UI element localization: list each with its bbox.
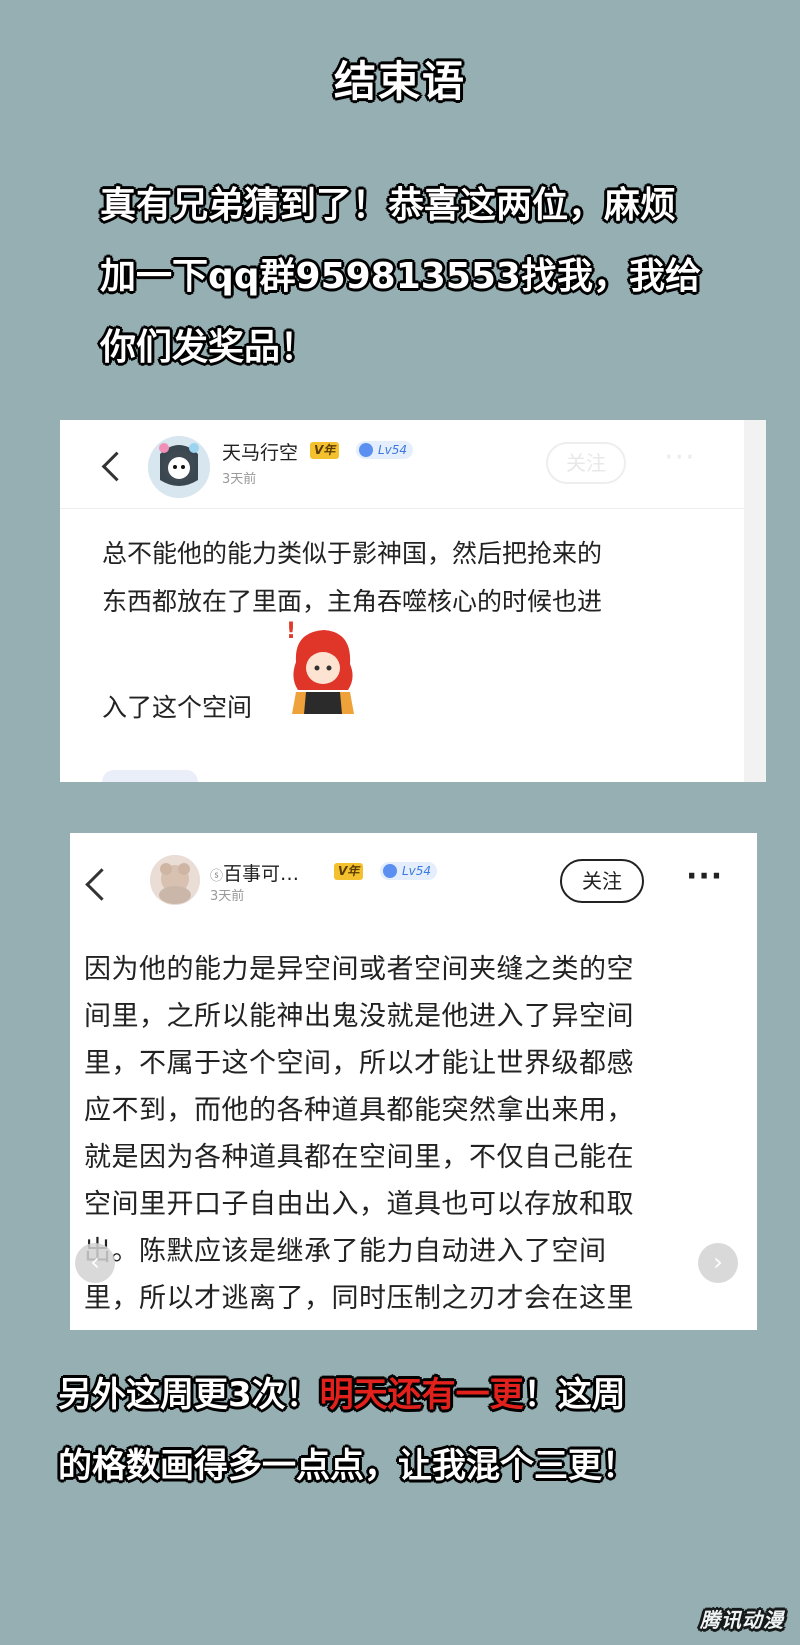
- post-time: 3天前: [222, 472, 257, 487]
- level-icon: [383, 864, 397, 878]
- level-badge: Lv54: [380, 862, 438, 880]
- comment-line: 里，不属于这个空间，所以才能让世界级都感: [84, 1048, 634, 1079]
- comment-line: 入了这个空间: [102, 693, 253, 722]
- comment-line: 总不能他的能力类似于影神国，然后把抢来的: [102, 539, 603, 568]
- page-title: 结束语: [333, 57, 466, 106]
- outro-line: 另外这周更3次！明天还有一更！这周: [58, 1360, 778, 1431]
- comment-body: 因为他的能力是异空间或者空间夹缝之类的空 间里，之所以能神出鬼没就是他进入了异空…: [84, 946, 744, 1322]
- follow-button[interactable]: 关注: [560, 859, 644, 903]
- next-arrow-icon[interactable]: ›: [698, 1243, 738, 1283]
- comment-line: 就是因为各种道具都在空间里，不仅自己能在: [84, 1142, 634, 1173]
- username[interactable]: 天马行空: [222, 438, 298, 465]
- sticker-image: !: [282, 618, 362, 714]
- post-time: 3天前: [210, 889, 245, 904]
- outro-part: 另外这周更3次！: [58, 1375, 320, 1415]
- comment-line: 因为他的能力是异空间或者空间夹缝之类的空: [84, 954, 634, 985]
- level-label: Lv54: [378, 443, 408, 457]
- avatar[interactable]: [148, 436, 210, 498]
- watermark-logo: 腾讯动漫: [700, 1608, 784, 1632]
- topic-tag[interactable]: [102, 770, 198, 782]
- more-icon[interactable]: ···: [686, 859, 723, 894]
- comment-line: 空间里开口子自由出入，道具也可以存放和取: [84, 1189, 634, 1220]
- back-icon[interactable]: [85, 868, 118, 901]
- level-icon: [359, 443, 373, 457]
- intro-line: 真有兄弟猜到了！恭喜这两位，麻烦: [100, 185, 677, 226]
- avatar[interactable]: [150, 855, 200, 905]
- divider: [60, 508, 766, 509]
- comment-line: 间里，之所以能神出鬼没就是他进入了异空间: [84, 1001, 634, 1032]
- follow-button[interactable]: 关注: [546, 442, 626, 484]
- username-label: 百事可…: [223, 863, 300, 885]
- outro-highlight: 明天还有一更: [319, 1375, 524, 1415]
- username-prefix-icon: ⓢ: [210, 869, 224, 884]
- scroll-edge: [744, 420, 766, 782]
- comment-screenshot-2: ⓢ百事可… V年 Lv54 3天前 关注 ··· 因为他的能力是异空间或者空间夹…: [70, 833, 757, 1330]
- comment-screenshot-1: 天马行空 V年 Lv54 3天前 关注 ··· 总不能他的能力类似于影神国，然后…: [60, 420, 766, 782]
- vip-badge: V年: [334, 863, 364, 880]
- comment-line: 出。陈默应该是继承了能力自动进入了空间: [84, 1236, 607, 1267]
- back-icon[interactable]: [101, 451, 132, 482]
- more-icon[interactable]: ···: [664, 440, 696, 475]
- username[interactable]: ⓢ百事可…: [210, 859, 299, 886]
- vip-badge: V年: [310, 442, 340, 459]
- comment-line: 里，所以才逃离了，同时压制之刃才会在这里: [84, 1283, 634, 1314]
- outro-line: 的格数画得多一点点，让我混个三更！: [58, 1446, 636, 1486]
- prev-arrow-icon[interactable]: ‹: [75, 1243, 115, 1283]
- intro-text: 真有兄弟猜到了！恭喜这两位，麻烦 加一下qq群959813553找我，我给 你们…: [100, 170, 760, 383]
- outro-part: ！这周: [523, 1375, 626, 1415]
- comment-line: 应不到，而他的各种道具都能突然拿出来用，: [84, 1095, 634, 1126]
- comment-body: 总不能他的能力类似于影神国，然后把抢来的 东西都放在了里面，主角吞噬核心的时候也…: [102, 530, 742, 626]
- intro-line: 你们发奖品！: [100, 327, 317, 368]
- svg-text:!: !: [286, 619, 296, 644]
- intro-line: 加一下qq群959813553找我，我给: [100, 256, 701, 297]
- outro-text: 另外这周更3次！明天还有一更！这周 的格数画得多一点点，让我混个三更！: [58, 1360, 778, 1502]
- level-badge: Lv54: [356, 441, 414, 459]
- comment-line: 东西都放在了里面，主角吞噬核心的时候也进: [102, 587, 603, 616]
- level-label: Lv54: [402, 864, 432, 878]
